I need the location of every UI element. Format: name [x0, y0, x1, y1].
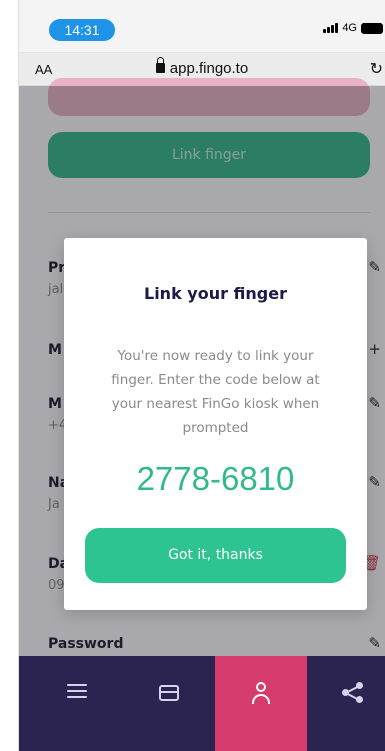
url-text: app.fingo.to	[169, 60, 249, 77]
reload-icon[interactable]: ↻	[370, 59, 383, 79]
tab-profile[interactable]	[215, 656, 307, 751]
bottom-tab-bar	[19, 656, 385, 751]
dialog-title: Link your finger	[144, 284, 287, 303]
network-type: 4G	[342, 22, 357, 34]
link-code: 2778-6810	[136, 460, 295, 497]
status-indicators: 4G	[323, 22, 383, 34]
share-icon	[342, 682, 364, 704]
link-finger-dialog: Link your finger You're now ready to lin…	[64, 238, 367, 610]
status-bar: 14:31 4G	[19, 0, 385, 48]
battery-icon	[361, 22, 383, 34]
phone-screen: 14:31 4G AA app.fingo.to ↻ Link finger P…	[18, 0, 385, 751]
profile-icon	[251, 682, 271, 704]
url-field[interactable]: app.fingo.to	[19, 57, 385, 77]
lock-icon	[155, 57, 165, 73]
tab-card[interactable]	[123, 656, 215, 751]
status-time: 14:31	[49, 19, 115, 41]
tab-menu[interactable]	[31, 656, 123, 751]
dialog-message: You're now ready to link your finger. En…	[111, 348, 320, 436]
got-it-button[interactable]: Got it, thanks	[85, 528, 346, 583]
signal-icon	[323, 23, 339, 33]
menu-icon	[67, 680, 87, 702]
card-icon	[159, 685, 179, 701]
tab-share[interactable]	[307, 656, 385, 751]
